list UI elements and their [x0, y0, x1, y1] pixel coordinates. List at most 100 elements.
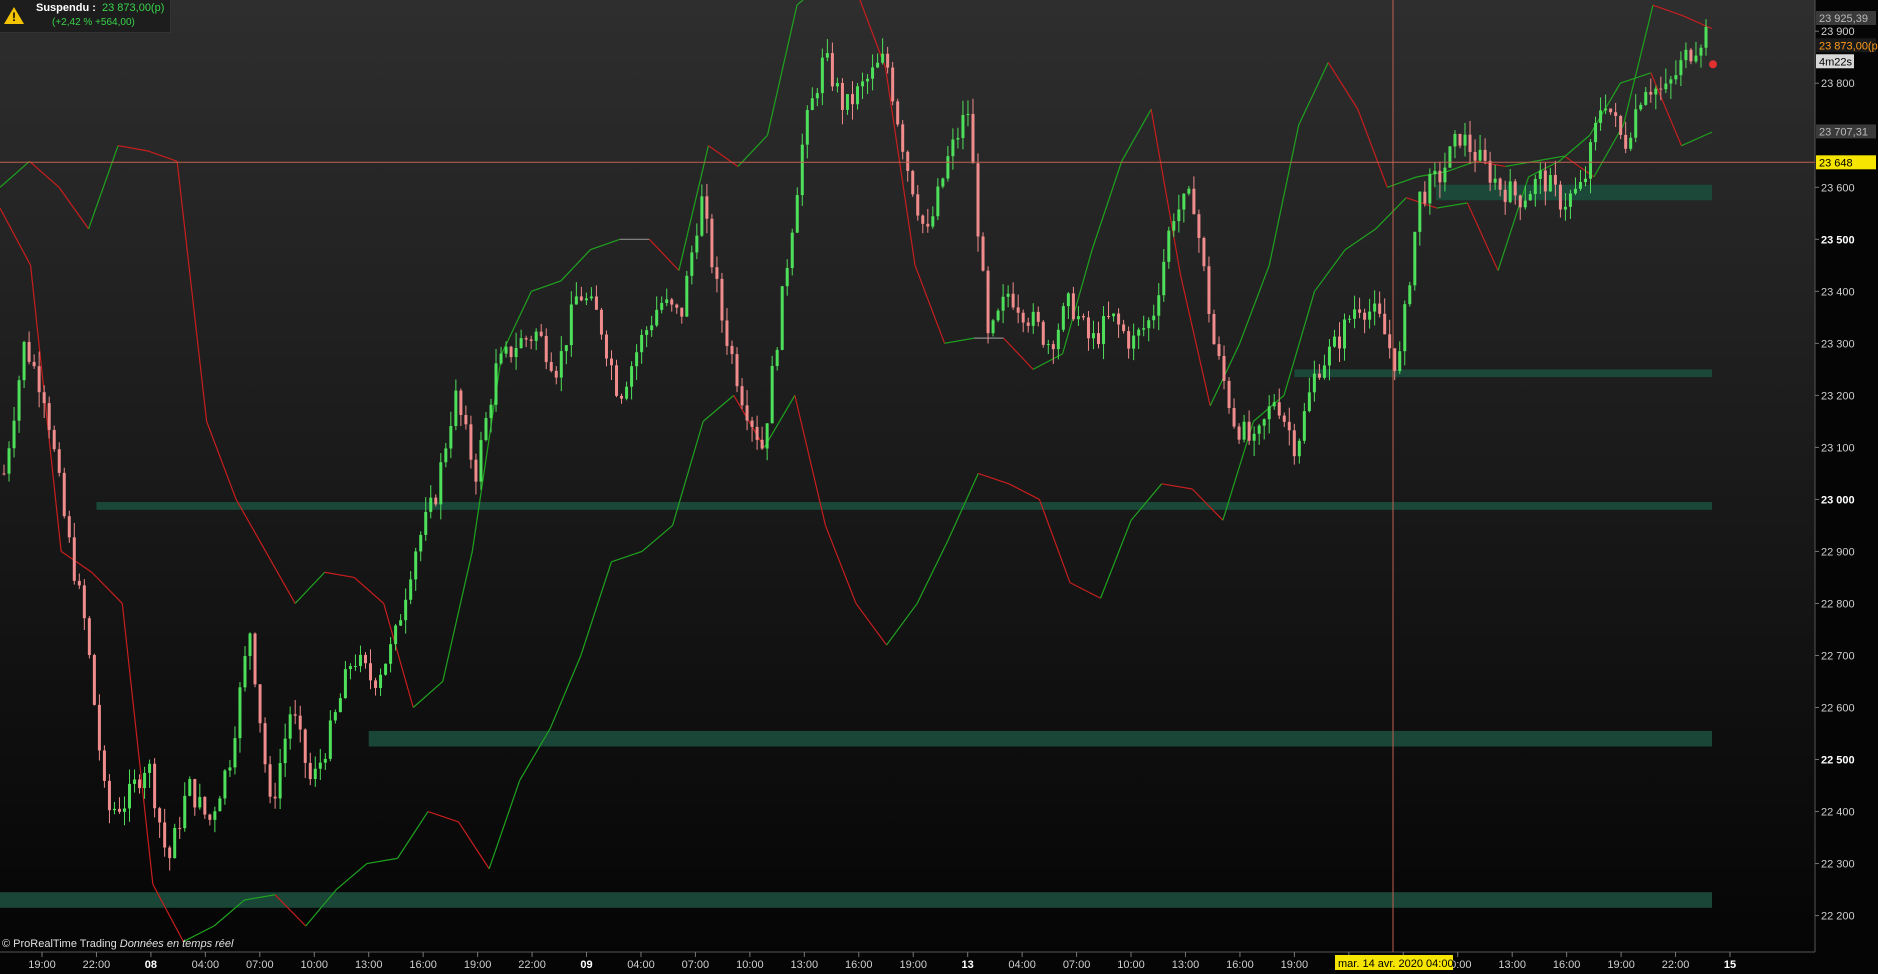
candle-body [760, 439, 764, 449]
candle-body [122, 808, 126, 812]
candle-body [218, 798, 222, 812]
candle-body [1292, 430, 1296, 457]
candle-body [810, 98, 814, 110]
candle-body [1162, 261, 1166, 296]
candle-body [67, 516, 71, 538]
candle-body [630, 366, 634, 387]
candle-body [850, 94, 854, 105]
candle-body [961, 114, 965, 139]
candle-body [901, 124, 905, 152]
candle-body [419, 534, 423, 552]
warning-glyph: ! [12, 10, 16, 24]
candle-body [1498, 178, 1502, 190]
time-tick-label: 22:00 [518, 959, 546, 971]
candle-body [795, 195, 799, 233]
candle-body [228, 767, 232, 771]
candle-body [1368, 311, 1372, 320]
candle-body [1548, 175, 1552, 192]
candle-body [1061, 306, 1065, 330]
candle-body [896, 101, 900, 125]
candle-body [1056, 329, 1060, 350]
candle-body [369, 663, 373, 681]
candle-body [1699, 47, 1703, 56]
candle-body [283, 738, 287, 764]
status-panel: ! Suspendu : 23 873,00(p) (+2,42 % +564,… [0, 0, 171, 33]
price-tag-label: 23 648 [1819, 157, 1853, 169]
candle-body [459, 390, 463, 416]
candle-body [534, 331, 538, 341]
candle-body [1553, 175, 1557, 185]
candle-body [1257, 425, 1261, 434]
candle-body [1684, 49, 1688, 61]
candle-body [128, 783, 132, 809]
candle-body [1528, 194, 1532, 201]
candle-body [1011, 293, 1015, 308]
candle-body [1644, 91, 1648, 105]
candle-body [42, 392, 46, 404]
candle-body [223, 770, 227, 799]
candle-body [1423, 191, 1427, 204]
price-tick-label: 23 100 [1821, 442, 1855, 454]
candle-body [715, 267, 719, 279]
time-tick-label: 04:00 [627, 959, 655, 971]
candle-body [1297, 440, 1301, 457]
candle-body [1513, 181, 1517, 196]
candle-body [363, 654, 367, 664]
candle-body [1102, 316, 1106, 345]
candle-body [1016, 307, 1020, 313]
candle-body [1332, 336, 1336, 347]
candle-body [655, 309, 659, 326]
candle-body [343, 669, 347, 699]
time-tick-label: 16:00 [1226, 959, 1254, 971]
candle-body [856, 86, 860, 105]
candle-body [1418, 191, 1422, 232]
candle-body [243, 656, 247, 688]
candle-body [620, 395, 624, 399]
candle-body [1272, 402, 1276, 407]
time-tick-label: 13:00 [1498, 959, 1526, 971]
support-zone [0, 892, 1712, 908]
candle-body [308, 762, 312, 780]
candle-body [574, 296, 578, 305]
price-tick-label: 23 300 [1821, 338, 1855, 350]
candle-body [1247, 421, 1251, 441]
candle-body [138, 779, 142, 789]
candle-body [1518, 195, 1522, 208]
time-tick-label: 10:00 [1117, 959, 1145, 971]
candle-body [1373, 303, 1377, 312]
candle-body [1413, 231, 1417, 286]
candle-body [650, 325, 654, 331]
candle-body [1629, 137, 1633, 149]
candle-body [328, 720, 332, 759]
candle-body [1473, 151, 1477, 161]
candle-body [288, 714, 292, 739]
candle-body [1036, 311, 1040, 322]
status-label: Suspendu : [36, 2, 96, 14]
candle-body [625, 386, 629, 399]
candle-body [1322, 365, 1326, 378]
candle-body [1689, 49, 1693, 62]
candle-body [464, 415, 468, 425]
price-axis-background [1815, 0, 1878, 974]
time-tick-label: 22:00 [1662, 959, 1690, 971]
candle-body [258, 684, 262, 724]
candle-body [1538, 170, 1542, 179]
candle-body [57, 449, 61, 473]
candle-body [1463, 134, 1467, 146]
candle-body [1614, 112, 1618, 116]
candle-body [1578, 182, 1582, 189]
candle-body [1317, 373, 1321, 378]
candle-body [825, 53, 829, 58]
candle-body [1242, 421, 1246, 440]
footer: © ProRealTime Trading Données en temps r… [2, 938, 233, 950]
candle-body [921, 215, 925, 224]
candle-body [705, 196, 709, 219]
price-tick-label: 22 300 [1821, 859, 1855, 871]
candle-body [615, 365, 619, 396]
candle-body [333, 712, 337, 721]
price-chart[interactable]: 23 900 23 800 23 600 23 500 23 400 23 300 23 2… [0, 0, 1878, 974]
candle-body [449, 426, 453, 449]
candle-body [153, 763, 157, 809]
candle-body [1599, 110, 1603, 123]
candle-body [203, 796, 207, 815]
